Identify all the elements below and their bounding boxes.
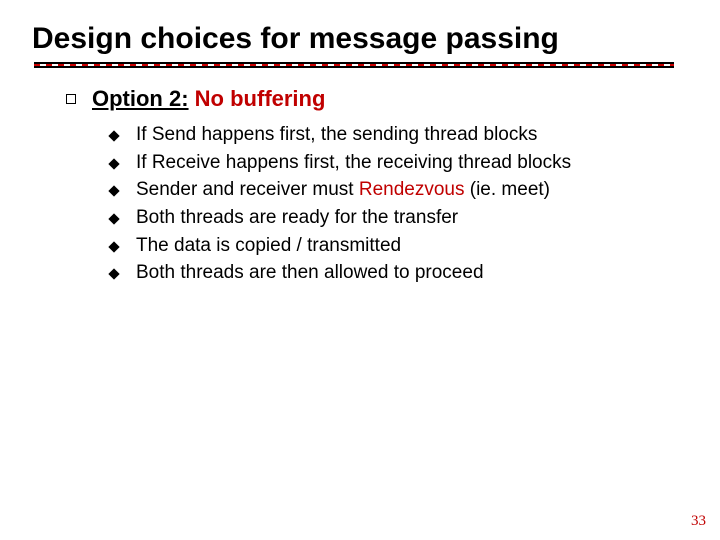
diamond-bullet-icon bbox=[108, 213, 119, 224]
diamond-bullet-icon bbox=[108, 130, 119, 141]
list-item-text: If Send happens first, the sending threa… bbox=[136, 122, 537, 148]
list-item-text: The data is copied / transmitted bbox=[136, 233, 401, 259]
option-prefix: Option 2: bbox=[92, 86, 189, 111]
diamond-bullet-icon bbox=[108, 241, 119, 252]
diamond-bullet-icon bbox=[108, 158, 119, 169]
list-item: If Send happens first, the sending threa… bbox=[110, 122, 688, 148]
list-item-text: Sender and receiver must Rendezvous (ie.… bbox=[136, 177, 550, 203]
bullet-level2-list: If Send happens first, the sending threa… bbox=[66, 122, 688, 286]
diamond-bullet-icon bbox=[108, 269, 119, 280]
bullet-level1-text: Option 2: No buffering bbox=[92, 86, 325, 112]
list-item: If Receive happens first, the receiving … bbox=[110, 150, 688, 176]
list-item: The data is copied / transmitted bbox=[110, 233, 688, 259]
list-item-text: If Receive happens first, the receiving … bbox=[136, 150, 571, 176]
diamond-bullet-icon bbox=[108, 186, 119, 197]
list-item: Sender and receiver must Rendezvous (ie.… bbox=[110, 177, 688, 203]
slide-body: Option 2: No buffering If Send happens f… bbox=[32, 86, 688, 286]
option-highlight: No buffering bbox=[195, 86, 326, 111]
list-item: Both threads are then allowed to proceed bbox=[110, 260, 688, 286]
square-bullet-icon bbox=[66, 94, 76, 104]
list-item-text: Both threads are then allowed to proceed bbox=[136, 260, 484, 286]
slide: Design choices for message passing Optio… bbox=[0, 0, 720, 540]
list-item: Both threads are ready for the transfer bbox=[110, 205, 688, 231]
title-rule bbox=[34, 62, 674, 68]
page-number: 33 bbox=[691, 513, 706, 530]
slide-title: Design choices for message passing bbox=[32, 22, 688, 56]
bullet-level1: Option 2: No buffering bbox=[66, 86, 688, 112]
list-item-text: Both threads are ready for the transfer bbox=[136, 205, 458, 231]
